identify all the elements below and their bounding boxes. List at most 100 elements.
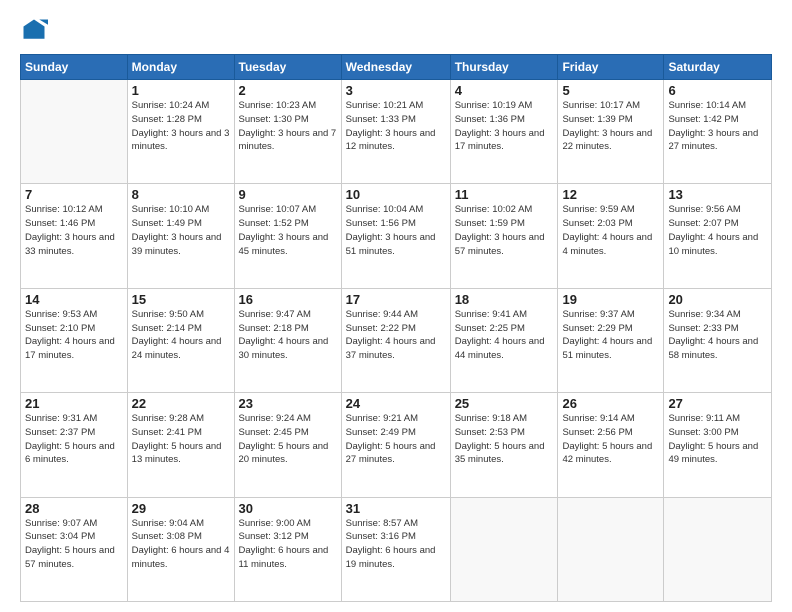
calendar-cell: 28Sunrise: 9:07 AMSunset: 3:04 PMDayligh… bbox=[21, 497, 128, 601]
day-number: 16 bbox=[239, 292, 337, 307]
day-number: 15 bbox=[132, 292, 230, 307]
calendar-header-row: SundayMondayTuesdayWednesdayThursdayFrid… bbox=[21, 55, 772, 80]
calendar-cell: 22Sunrise: 9:28 AMSunset: 2:41 PMDayligh… bbox=[127, 393, 234, 497]
day-info: Sunrise: 9:07 AMSunset: 3:04 PMDaylight:… bbox=[25, 517, 123, 572]
day-info: Sunrise: 10:21 AMSunset: 1:33 PMDaylight… bbox=[346, 99, 446, 154]
calendar-cell: 21Sunrise: 9:31 AMSunset: 2:37 PMDayligh… bbox=[21, 393, 128, 497]
calendar-cell bbox=[21, 80, 128, 184]
day-number: 22 bbox=[132, 396, 230, 411]
day-number: 1 bbox=[132, 83, 230, 98]
calendar-cell bbox=[558, 497, 664, 601]
day-number: 3 bbox=[346, 83, 446, 98]
calendar-week-row: 7Sunrise: 10:12 AMSunset: 1:46 PMDayligh… bbox=[21, 184, 772, 288]
calendar-cell: 11Sunrise: 10:02 AMSunset: 1:59 PMDaylig… bbox=[450, 184, 558, 288]
day-number: 31 bbox=[346, 501, 446, 516]
calendar-cell bbox=[664, 497, 772, 601]
calendar-cell: 25Sunrise: 9:18 AMSunset: 2:53 PMDayligh… bbox=[450, 393, 558, 497]
calendar-cell: 13Sunrise: 9:56 AMSunset: 2:07 PMDayligh… bbox=[664, 184, 772, 288]
calendar-cell: 17Sunrise: 9:44 AMSunset: 2:22 PMDayligh… bbox=[341, 288, 450, 392]
calendar-cell: 16Sunrise: 9:47 AMSunset: 2:18 PMDayligh… bbox=[234, 288, 341, 392]
day-info: Sunrise: 9:04 AMSunset: 3:08 PMDaylight:… bbox=[132, 517, 230, 572]
day-number: 25 bbox=[455, 396, 554, 411]
calendar-cell: 27Sunrise: 9:11 AMSunset: 3:00 PMDayligh… bbox=[664, 393, 772, 497]
day-info: Sunrise: 10:10 AMSunset: 1:49 PMDaylight… bbox=[132, 203, 230, 258]
day-number: 14 bbox=[25, 292, 123, 307]
day-number: 4 bbox=[455, 83, 554, 98]
col-header-sunday: Sunday bbox=[21, 55, 128, 80]
day-number: 7 bbox=[25, 187, 123, 202]
calendar-cell: 18Sunrise: 9:41 AMSunset: 2:25 PMDayligh… bbox=[450, 288, 558, 392]
day-number: 13 bbox=[668, 187, 767, 202]
calendar-cell: 10Sunrise: 10:04 AMSunset: 1:56 PMDaylig… bbox=[341, 184, 450, 288]
calendar-week-row: 21Sunrise: 9:31 AMSunset: 2:37 PMDayligh… bbox=[21, 393, 772, 497]
calendar-cell: 7Sunrise: 10:12 AMSunset: 1:46 PMDayligh… bbox=[21, 184, 128, 288]
day-info: Sunrise: 9:11 AMSunset: 3:00 PMDaylight:… bbox=[668, 412, 767, 467]
day-info: Sunrise: 10:04 AMSunset: 1:56 PMDaylight… bbox=[346, 203, 446, 258]
day-number: 12 bbox=[562, 187, 659, 202]
day-number: 5 bbox=[562, 83, 659, 98]
calendar-cell: 9Sunrise: 10:07 AMSunset: 1:52 PMDayligh… bbox=[234, 184, 341, 288]
day-info: Sunrise: 9:37 AMSunset: 2:29 PMDaylight:… bbox=[562, 308, 659, 363]
calendar-cell: 5Sunrise: 10:17 AMSunset: 1:39 PMDayligh… bbox=[558, 80, 664, 184]
day-number: 30 bbox=[239, 501, 337, 516]
calendar-week-row: 28Sunrise: 9:07 AMSunset: 3:04 PMDayligh… bbox=[21, 497, 772, 601]
calendar-cell: 30Sunrise: 9:00 AMSunset: 3:12 PMDayligh… bbox=[234, 497, 341, 601]
day-info: Sunrise: 9:31 AMSunset: 2:37 PMDaylight:… bbox=[25, 412, 123, 467]
day-info: Sunrise: 10:19 AMSunset: 1:36 PMDaylight… bbox=[455, 99, 554, 154]
day-info: Sunrise: 9:56 AMSunset: 2:07 PMDaylight:… bbox=[668, 203, 767, 258]
day-info: Sunrise: 9:50 AMSunset: 2:14 PMDaylight:… bbox=[132, 308, 230, 363]
day-number: 19 bbox=[562, 292, 659, 307]
col-header-tuesday: Tuesday bbox=[234, 55, 341, 80]
day-info: Sunrise: 9:24 AMSunset: 2:45 PMDaylight:… bbox=[239, 412, 337, 467]
day-number: 8 bbox=[132, 187, 230, 202]
day-number: 23 bbox=[239, 396, 337, 411]
logo-icon bbox=[20, 16, 48, 44]
calendar-cell bbox=[450, 497, 558, 601]
calendar-cell: 1Sunrise: 10:24 AMSunset: 1:28 PMDayligh… bbox=[127, 80, 234, 184]
day-number: 10 bbox=[346, 187, 446, 202]
day-number: 26 bbox=[562, 396, 659, 411]
day-number: 27 bbox=[668, 396, 767, 411]
calendar-week-row: 14Sunrise: 9:53 AMSunset: 2:10 PMDayligh… bbox=[21, 288, 772, 392]
day-info: Sunrise: 9:28 AMSunset: 2:41 PMDaylight:… bbox=[132, 412, 230, 467]
day-number: 11 bbox=[455, 187, 554, 202]
day-info: Sunrise: 9:34 AMSunset: 2:33 PMDaylight:… bbox=[668, 308, 767, 363]
day-info: Sunrise: 10:02 AMSunset: 1:59 PMDaylight… bbox=[455, 203, 554, 258]
col-header-thursday: Thursday bbox=[450, 55, 558, 80]
day-number: 17 bbox=[346, 292, 446, 307]
calendar-cell: 6Sunrise: 10:14 AMSunset: 1:42 PMDayligh… bbox=[664, 80, 772, 184]
col-header-friday: Friday bbox=[558, 55, 664, 80]
day-info: Sunrise: 10:17 AMSunset: 1:39 PMDaylight… bbox=[562, 99, 659, 154]
day-info: Sunrise: 10:14 AMSunset: 1:42 PMDaylight… bbox=[668, 99, 767, 154]
day-info: Sunrise: 9:53 AMSunset: 2:10 PMDaylight:… bbox=[25, 308, 123, 363]
day-info: Sunrise: 9:44 AMSunset: 2:22 PMDaylight:… bbox=[346, 308, 446, 363]
calendar-cell: 29Sunrise: 9:04 AMSunset: 3:08 PMDayligh… bbox=[127, 497, 234, 601]
calendar-cell: 3Sunrise: 10:21 AMSunset: 1:33 PMDayligh… bbox=[341, 80, 450, 184]
col-header-monday: Monday bbox=[127, 55, 234, 80]
day-number: 20 bbox=[668, 292, 767, 307]
day-info: Sunrise: 9:21 AMSunset: 2:49 PMDaylight:… bbox=[346, 412, 446, 467]
day-info: Sunrise: 9:47 AMSunset: 2:18 PMDaylight:… bbox=[239, 308, 337, 363]
day-info: Sunrise: 9:41 AMSunset: 2:25 PMDaylight:… bbox=[455, 308, 554, 363]
calendar-cell: 12Sunrise: 9:59 AMSunset: 2:03 PMDayligh… bbox=[558, 184, 664, 288]
calendar-cell: 24Sunrise: 9:21 AMSunset: 2:49 PMDayligh… bbox=[341, 393, 450, 497]
day-number: 2 bbox=[239, 83, 337, 98]
day-number: 9 bbox=[239, 187, 337, 202]
calendar-cell: 8Sunrise: 10:10 AMSunset: 1:49 PMDayligh… bbox=[127, 184, 234, 288]
day-number: 29 bbox=[132, 501, 230, 516]
day-number: 18 bbox=[455, 292, 554, 307]
calendar-cell: 19Sunrise: 9:37 AMSunset: 2:29 PMDayligh… bbox=[558, 288, 664, 392]
calendar-cell: 23Sunrise: 9:24 AMSunset: 2:45 PMDayligh… bbox=[234, 393, 341, 497]
day-info: Sunrise: 9:00 AMSunset: 3:12 PMDaylight:… bbox=[239, 517, 337, 572]
calendar-cell: 26Sunrise: 9:14 AMSunset: 2:56 PMDayligh… bbox=[558, 393, 664, 497]
header bbox=[20, 16, 772, 44]
day-info: Sunrise: 10:07 AMSunset: 1:52 PMDaylight… bbox=[239, 203, 337, 258]
col-header-saturday: Saturday bbox=[664, 55, 772, 80]
calendar-cell: 20Sunrise: 9:34 AMSunset: 2:33 PMDayligh… bbox=[664, 288, 772, 392]
day-number: 6 bbox=[668, 83, 767, 98]
calendar-table: SundayMondayTuesdayWednesdayThursdayFrid… bbox=[20, 54, 772, 602]
day-info: Sunrise: 9:18 AMSunset: 2:53 PMDaylight:… bbox=[455, 412, 554, 467]
day-number: 24 bbox=[346, 396, 446, 411]
day-info: Sunrise: 10:12 AMSunset: 1:46 PMDaylight… bbox=[25, 203, 123, 258]
calendar-week-row: 1Sunrise: 10:24 AMSunset: 1:28 PMDayligh… bbox=[21, 80, 772, 184]
